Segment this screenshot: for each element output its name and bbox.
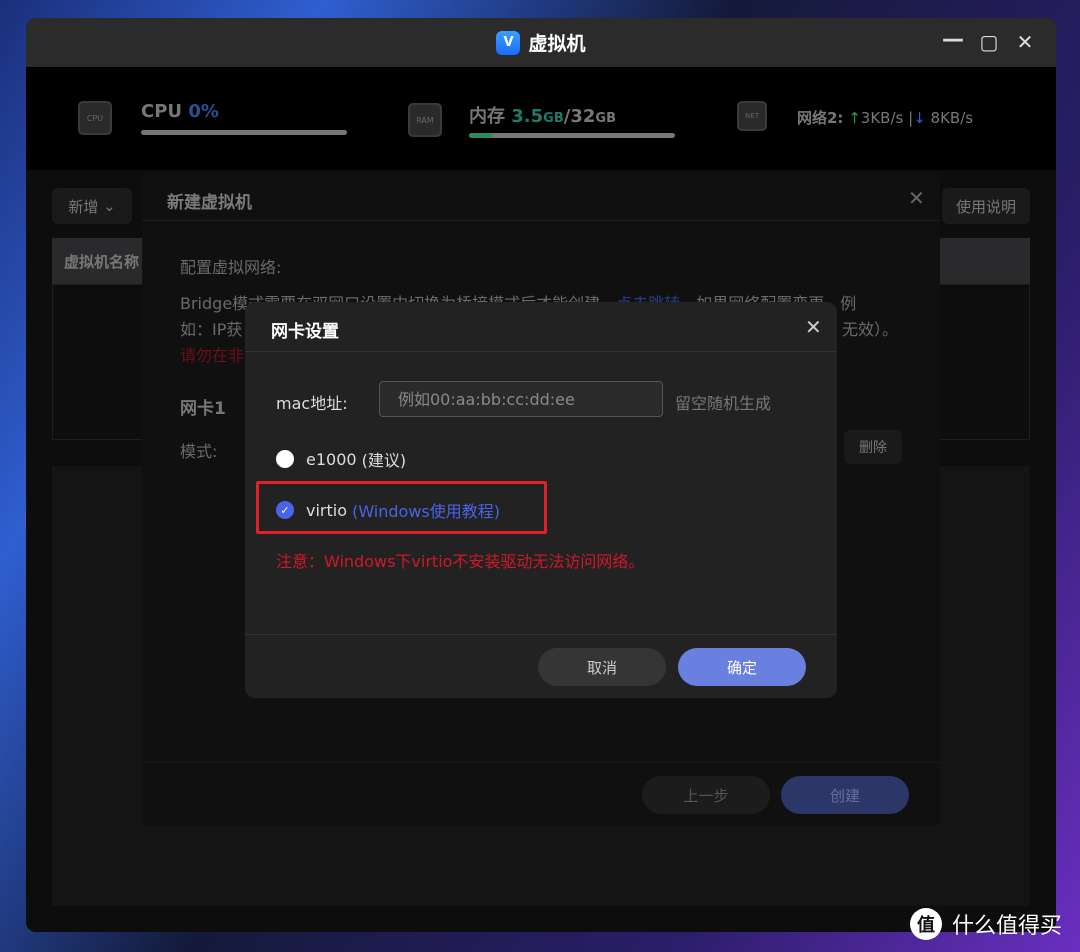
close-icon[interactable]: ✕ <box>805 315 822 339</box>
stats-bar: CPU CPU 0% RAM 内存 3.5GB/32GB NET 网络2: ↑3… <box>26 67 1056 170</box>
minimize-button[interactable]: — <box>941 27 965 52</box>
close-icon[interactable]: ✕ <box>908 186 925 210</box>
memory-used: 3.5 <box>511 106 544 127</box>
radio-unchecked-icon <box>276 450 294 468</box>
memory-progress-fill <box>469 133 492 138</box>
cpu-label: CPU <box>141 101 183 122</box>
memory-total-unit: GB <box>595 111 616 126</box>
close-button[interactable]: ✕ <box>1013 30 1037 54</box>
radio-e1000[interactable]: e1000 (建议) <box>276 447 406 471</box>
cancel-button[interactable]: 取消 <box>538 648 666 686</box>
memory-label: 内存 <box>469 106 505 127</box>
network-icon: NET <box>737 101 767 131</box>
col-name: 虚拟机名称 <box>64 253 140 271</box>
watermark-logo-icon: 值 <box>910 908 942 940</box>
memory-total: 32 <box>570 106 596 127</box>
cpu-value: 0% <box>188 101 219 122</box>
delete-button[interactable]: 删除 <box>844 430 902 464</box>
app-icon: V <box>496 30 521 55</box>
mode-label: 模式: <box>180 442 218 461</box>
watermark: 值 什么值得买 <box>910 908 1062 940</box>
watermark-text: 什么值得买 <box>952 914 1063 939</box>
desc-line2-end: 无效）。 <box>842 320 899 339</box>
radio-checked-icon: ✓ <box>276 501 294 519</box>
nic-settings-dialog: 网卡设置 ✕ mac地址: 留空随机生成 e1000 (建议) ✓ virtio… <box>245 302 837 698</box>
nic-title: 网卡1 <box>180 399 226 419</box>
memory-used-unit: GB <box>543 111 564 126</box>
nic-dialog-title: 网卡设置 <box>271 322 339 342</box>
add-dropdown[interactable]: 新增 ⌄ <box>52 188 132 224</box>
create-button[interactable]: 创建 <box>781 776 909 814</box>
option-label: e1000 <box>306 449 357 469</box>
network-down: 8KB/s <box>930 109 974 127</box>
windows-tutorial-link[interactable]: (Windows使用教程) <box>352 498 500 522</box>
help-button[interactable]: 使用说明 <box>942 188 1030 224</box>
section-title: 配置虚拟网络: <box>180 258 282 277</box>
create-dialog-title: 新建虚拟机 <box>167 193 252 213</box>
radio-virtio[interactable]: ✓ virtio (Windows使用教程) <box>276 498 500 522</box>
network-up: 3KB/s <box>860 109 904 127</box>
title-bar: V 虚拟机 — ▢ ✕ <box>26 18 1056 67</box>
add-label: 新增 <box>68 197 99 216</box>
memory-progress <box>469 133 675 138</box>
desc-line2: 如：IP获 <box>180 320 243 339</box>
virtio-warning: 注意：Windows下virtio不安装驱动无法访问网络。 <box>276 552 645 571</box>
option-label: virtio <box>306 500 347 520</box>
network-label: 网络2: <box>797 109 844 127</box>
warning-text: 请勿在非 <box>180 346 245 365</box>
mac-input[interactable] <box>379 381 663 417</box>
ram-icon: RAM <box>408 103 442 137</box>
cpu-progress <box>141 130 347 135</box>
mac-hint: 留空随机生成 <box>675 394 772 413</box>
ok-button[interactable]: 确定 <box>678 648 806 686</box>
prev-button[interactable]: 上一步 <box>642 776 770 814</box>
maximize-button[interactable]: ▢ <box>977 30 1001 54</box>
cpu-icon: CPU <box>78 101 112 135</box>
window-title: 虚拟机 <box>528 33 586 55</box>
option-note: (建议) <box>361 451 407 470</box>
mac-label: mac地址: <box>276 394 348 413</box>
